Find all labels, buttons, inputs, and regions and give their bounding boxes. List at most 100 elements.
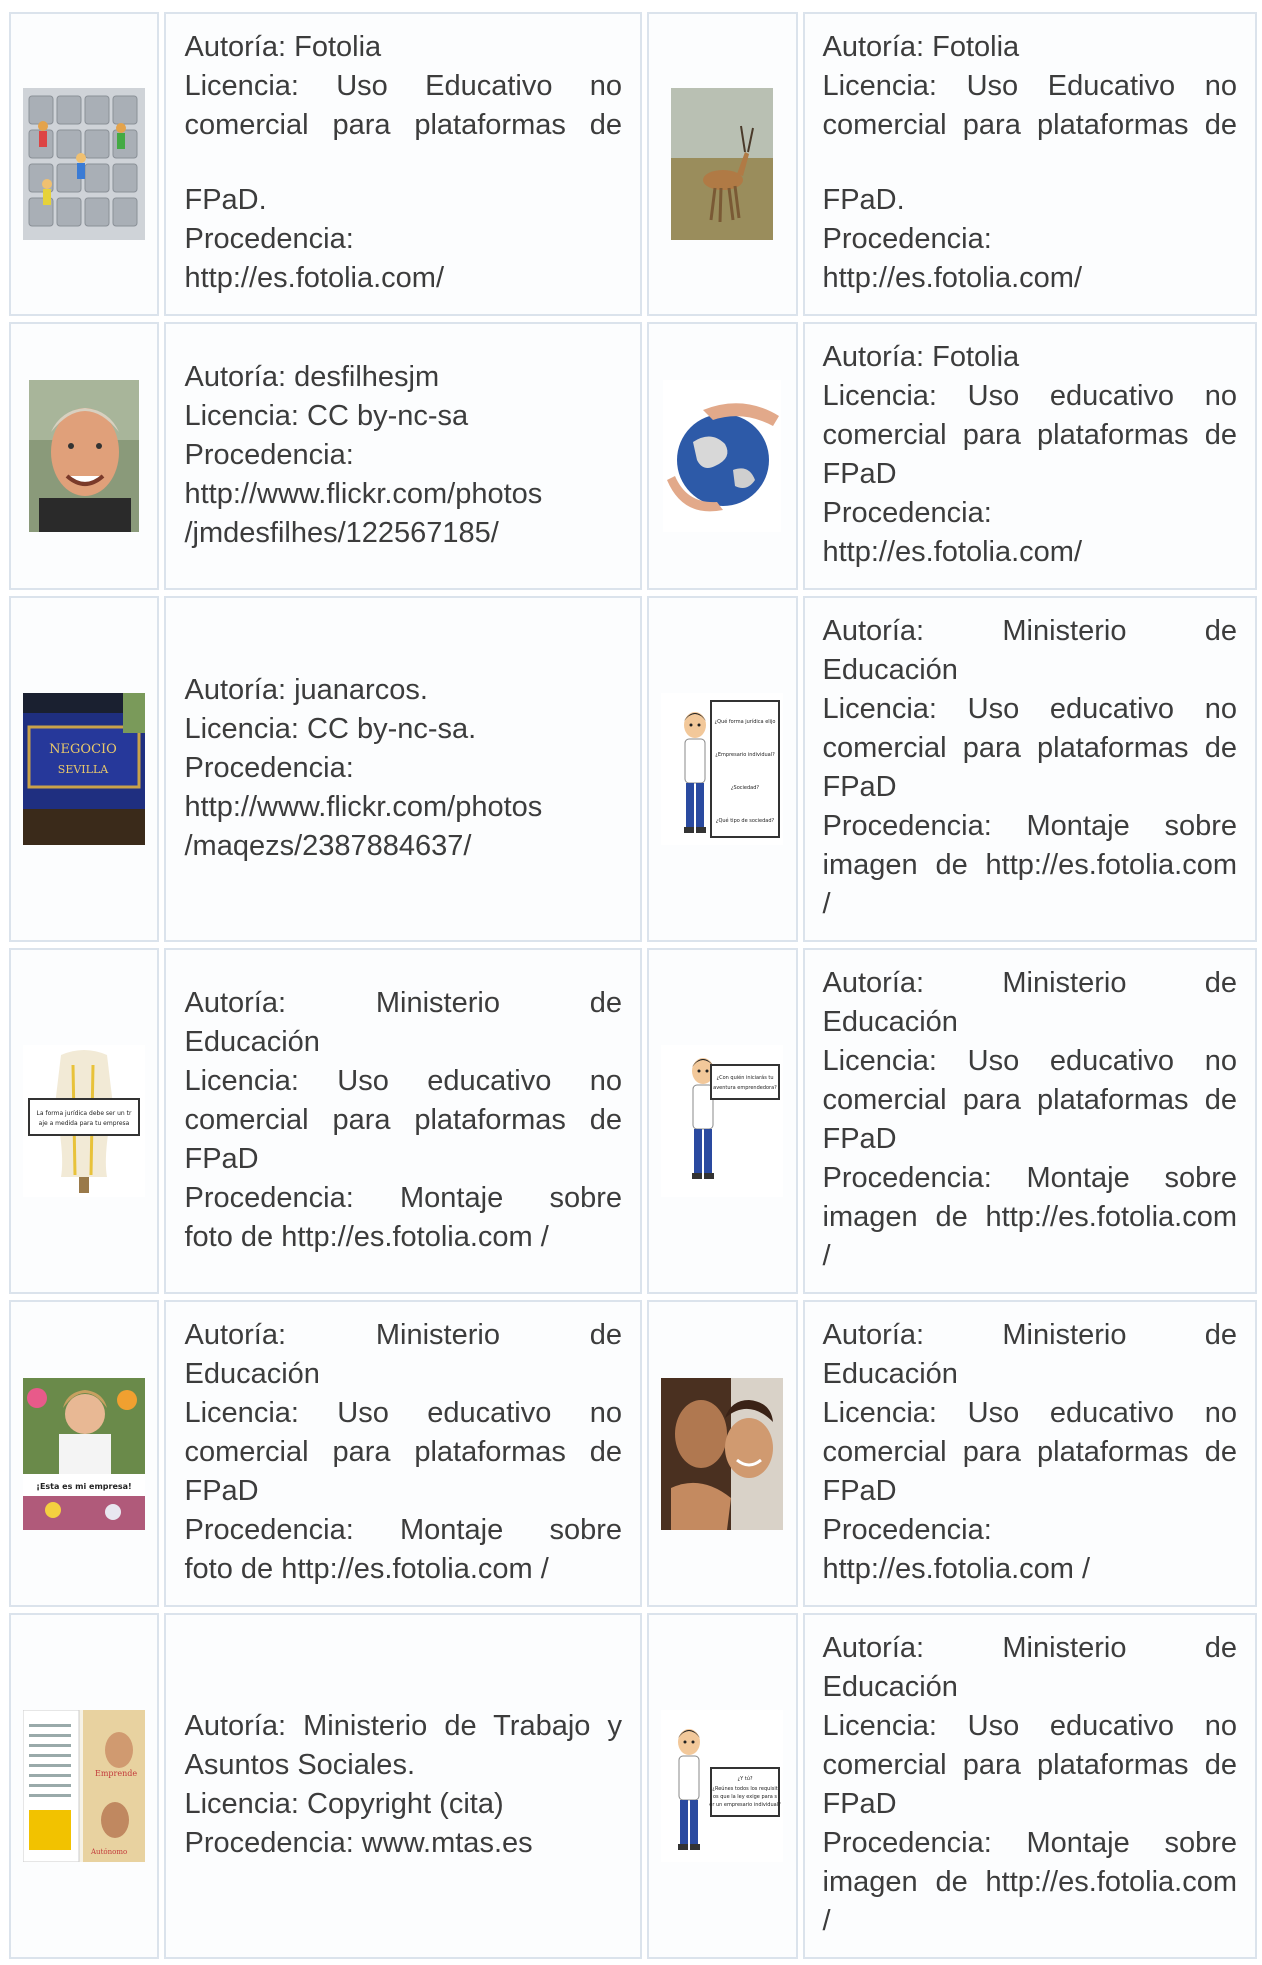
credit-line: comercial para plataformas de: [822, 732, 1238, 764]
credit-text-cell: Autoría: Fotolia Licencia: Uso Educativo …: [164, 12, 643, 316]
svg-text:Emprende: Emprende: [95, 1769, 137, 1778]
credit-line: imagen de http://es.fotolia.com: [822, 849, 1238, 881]
svg-text:¿Reúnes todos los requisit: ¿Reúnes todos los requisit: [713, 1785, 778, 1792]
credit-line: Procedencia:: [184, 751, 354, 784]
credit-line: FPaD.: [822, 184, 905, 216]
svg-text:¿Qué forma jurídica elijo: ¿Qué forma jurídica elijo: [715, 718, 776, 725]
credit-line: Autoría: Ministerio de: [822, 615, 1238, 647]
credit-line: /jmdesfilhes/122567185/: [184, 516, 499, 549]
credit-line: foto de http://es.fotolia.com /: [184, 1220, 549, 1253]
svg-text:aje a medida para tu empresa: aje a medida para tu empresa: [39, 1120, 130, 1127]
svg-text:¿Con quién iniciarás tu: ¿Con quién iniciarás tu: [717, 1074, 774, 1081]
cartoon-sign-image-2: ¿Y tú? ¿Reúnes todos los requisit os que l…: [661, 1710, 784, 1862]
credit-line: comercial para plataformas de: [184, 1436, 623, 1468]
svg-text:aventura emprendedora?: aventura emprendedora?: [713, 1085, 777, 1091]
cartoon-sign-image: ¿Con quién iniciarás tu aventura emprend…: [661, 1045, 784, 1197]
credit-line: Licencia: CC by-nc-sa: [184, 399, 469, 432]
keyboard-figures-image: [23, 88, 146, 240]
svg-text:¿Y tú?: ¿Y tú?: [738, 1775, 753, 1782]
credit-text: Autoría: Ministerio de Educación Licencia:…: [823, 964, 1238, 1276]
thumbnail-cell: NEGOCIO SEVILLA: [9, 596, 160, 942]
credit-line: Autoría: Fotolia: [822, 31, 1020, 63]
credit-line: http://es.fotolia.com/: [822, 262, 1083, 294]
thumbnail-cell: [9, 322, 160, 590]
credit-line: FPaD.: [184, 184, 267, 216]
credit-line: Licencia: Copyright (cita): [184, 1788, 504, 1820]
svg-text:¿Empresario individual?: ¿Empresario individual?: [715, 752, 775, 758]
credit-line: Procedencia: Montaje sobre: [184, 1514, 623, 1546]
credit-line: /: [822, 1905, 831, 1937]
cartoon-board-image: ¿Qué forma jurídica elijo ¿Empresario in…: [661, 693, 784, 845]
svg-text:La forma jurídica debe ser un: La forma jurídica debe ser un tr: [37, 1110, 132, 1117]
gazelle-image: [671, 88, 774, 240]
credit-text-cell: Autoría: Ministerio de Educación Licencia:…: [802, 1613, 1257, 1959]
credit-line: Procedencia:: [184, 438, 354, 471]
credit-line: Procedencia:: [822, 223, 992, 255]
thumbnail-cell: ¿Y tú? ¿Reúnes todos los requisit os que l…: [647, 1613, 798, 1959]
credit-text-cell: Autoría: desfilhesjm Licencia: CC by-nc-s…: [164, 322, 643, 590]
thumbnail-cell: ¿Con quién iniciarás tu aventura emprend…: [647, 948, 798, 1294]
credit-line: Procedencia:: [822, 1514, 992, 1546]
credit-text: Autoría: juanarcos. Licencia: CC by-nc-sa…: [184, 671, 622, 866]
thumbnail-cell: [647, 12, 798, 316]
credit-line: /: [822, 888, 831, 920]
credit-line: Autoría: Fotolia: [822, 341, 1020, 373]
credit-text: Autoría: Ministerio de Trabajo y Asuntos …: [184, 1707, 622, 1863]
credit-line: Autoría: juanarcos.: [184, 673, 428, 706]
credit-line: comercial para plataformas de: [822, 419, 1238, 451]
credit-text-cell: Autoría: Ministerio de Educación Licencia:…: [802, 948, 1257, 1294]
credit-line: Procedencia:: [184, 223, 354, 255]
credit-line: Licencia: Uso educativo no: [822, 1397, 1238, 1429]
credit-line: Procedencia: Montaje sobre: [822, 810, 1238, 842]
credit-line: /maqezs/2387884637/: [184, 829, 472, 862]
credit-text-cell: Autoría: Ministerio de Educación Licencia:…: [802, 596, 1257, 942]
couple-image: [661, 1377, 784, 1530]
credit-line: FPaD: [822, 1123, 897, 1155]
credit-line: Licencia: Uso educativo no: [822, 1045, 1238, 1077]
credit-line: http://es.fotolia.com/: [822, 536, 1083, 568]
credit-line: Autoría: Fotolia: [184, 31, 382, 63]
svg-text:¡Esta es mi empresa!: ¡Esta es mi empresa!: [37, 1482, 132, 1491]
brochure-image: Emprende Autónomo: [23, 1710, 146, 1862]
credit-line: Procedencia: Montaje sobre: [822, 1827, 1238, 1859]
credit-text: Autoría: Fotolia Licencia: Uso Educativo …: [184, 28, 622, 298]
credit-line: Educación: [184, 1025, 320, 1058]
credit-line: FPaD: [822, 1788, 897, 1820]
credit-line: Autoría: desfilhesjm: [184, 360, 440, 393]
credit-line: Autoría: Ministerio de: [184, 1319, 623, 1351]
credit-line: Licencia: Uso educativo no: [822, 1710, 1238, 1742]
credit-text-cell: Autoría: Ministerio de Educación Licencia:…: [802, 1300, 1257, 1607]
credit-text-cell: Autoría: juanarcos. Licencia: CC by-nc-sa…: [164, 596, 643, 942]
credit-line: FPaD: [822, 771, 897, 803]
credit-line: Autoría: Ministerio de: [184, 986, 623, 1019]
credit-text: Autoría: desfilhesjm Licencia: CC by-nc-s…: [184, 358, 622, 553]
credit-text: Autoría: Ministerio de Educación Licencia:…: [823, 1629, 1238, 1941]
credit-line: comercial para plataformas de: [822, 1436, 1238, 1468]
credit-line: Licencia: Uso educativo no: [822, 380, 1238, 412]
credit-line: /: [822, 1240, 831, 1272]
credit-line: Educación: [822, 654, 958, 686]
credit-line: Licencia: Uso Educativo no: [184, 70, 623, 102]
credits-row: Autoría: desfilhesjm Licencia: CC by-nc-s…: [9, 322, 1257, 590]
credit-line: Autoría: Ministerio de: [822, 967, 1238, 999]
mannequin-sign-image: La forma jurídica debe ser un tr aje a me…: [23, 1045, 146, 1197]
credit-text: Autoría: Fotolia Licencia: Uso Educativo …: [823, 28, 1238, 298]
credit-line: comercial para plataformas de: [184, 109, 623, 141]
credit-line: Procedencia: www.mtas.es: [184, 1827, 533, 1859]
credit-line: Educación: [822, 1006, 958, 1038]
svg-text:Autónomo: Autónomo: [90, 1848, 127, 1856]
credit-text: Autoría: Ministerio de Educación Licencia:…: [184, 1316, 622, 1589]
credit-line: FPaD: [822, 1475, 897, 1507]
credits-row: La forma jurídica debe ser un tr aje a me…: [9, 948, 1257, 1294]
svg-text:er un empresario individual?: er un empresario individual?: [710, 1802, 782, 1808]
credits-row: Autoría: Fotolia Licencia: Uso Educativo …: [9, 12, 1257, 316]
globe-in-hands-image: [663, 380, 782, 532]
thumbnail-cell: ¡Esta es mi empresa!: [9, 1300, 160, 1607]
credit-line: Autoría: Ministerio de: [822, 1632, 1238, 1664]
credit-text-cell: Autoría: Ministerio de Trabajo y Asuntos …: [164, 1613, 643, 1959]
smiling-man-image: [29, 380, 140, 532]
credit-line: http://es.fotolia.com /: [822, 1553, 1091, 1585]
thumbnail-cell: ¿Qué forma jurídica elijo ¿Empresario in…: [647, 596, 798, 942]
credit-line: Autoría: Ministerio de: [822, 1319, 1238, 1351]
credit-line: Licencia: Uso educativo no: [184, 1064, 623, 1097]
